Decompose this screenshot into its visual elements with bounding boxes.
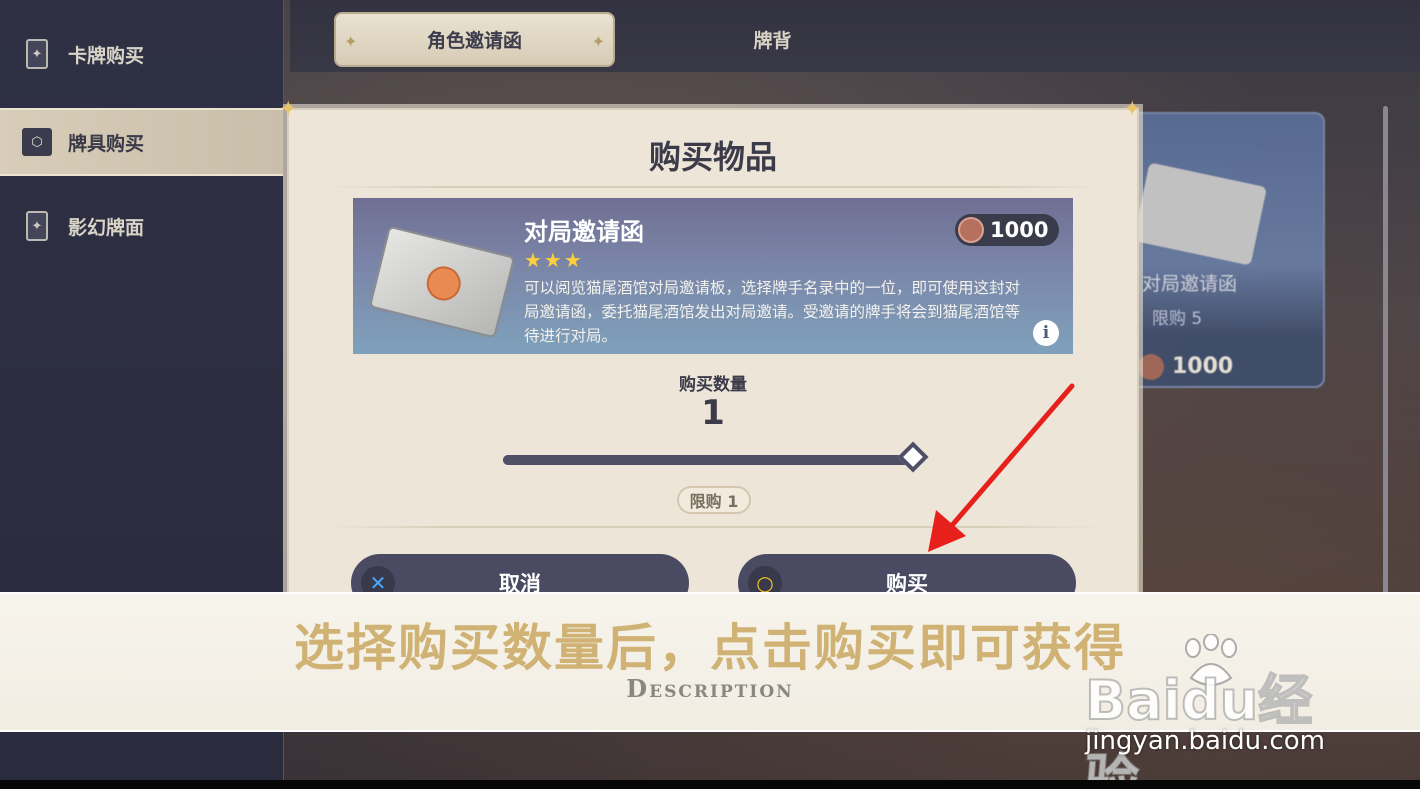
tab-label: 牌背 <box>753 30 792 52</box>
info-icon[interactable]: i <box>1033 320 1059 346</box>
quantity-value: 1 <box>701 393 725 433</box>
sidebar-item-label: 影幻牌面 <box>68 216 145 239</box>
coin-icon <box>1138 354 1164 380</box>
baidu-watermark: Baidu经验 jingyan.baidu.com <box>1084 628 1365 780</box>
coin-icon <box>958 217 984 243</box>
divider <box>329 186 1099 188</box>
tab-label: 角色邀请函 <box>426 30 522 52</box>
divider <box>329 526 1099 528</box>
watermark-logo: Baidu经验 <box>1084 668 1313 780</box>
letterbox-bar <box>0 780 1420 789</box>
card-icon: ✦ <box>26 211 48 241</box>
invitation-envelope-icon <box>368 225 516 339</box>
shop-item-name: 对局邀请函 <box>1142 273 1238 295</box>
game-screen: ✦ 卡牌购买 ⬡ 牌具购买 ✦ 影幻牌面 ✦ 角色邀请函 ✦ 牌背 对局邀请函 … <box>0 0 1420 780</box>
purchase-limit-badge: 限购 1 <box>677 486 751 514</box>
card-box-icon: ⬡ <box>22 128 52 156</box>
quantity-slider[interactable] <box>503 441 929 473</box>
item-name: 对局邀请函 <box>524 218 644 246</box>
corner-ornament-icon: ✦ <box>1123 97 1142 122</box>
quantity-slider-handle[interactable] <box>897 441 929 473</box>
watermark-url: jingyan.baidu.com <box>1085 726 1325 756</box>
tab-character-invitation[interactable]: ✦ 角色邀请函 ✦ <box>334 12 615 67</box>
item-price-badge: 1000 <box>955 214 1059 246</box>
sidebar-item-card-skins[interactable]: ✦ 影幻牌面 <box>0 194 283 258</box>
purchase-dialog: ✦ ✦ 购买物品 对局邀请函 ★★★ 可以阅览猫尾酒馆对局邀请板，选择牌手名录中… <box>279 98 1141 668</box>
item-description: 可以阅览猫尾酒馆对局邀请板，选择牌手名录中的一位，即可使用这封对局邀请函，委托猫… <box>524 279 1021 345</box>
tab-bar: ✦ 角色邀请函 ✦ 牌背 <box>290 0 1420 72</box>
shop-item-price: 1000 <box>1172 354 1234 379</box>
shop-item-limit: 限购 5 <box>1152 309 1203 329</box>
card-icon: ✦ <box>26 39 48 69</box>
shop-item-card[interactable]: 对局邀请函 限购 5 1000 <box>1120 112 1325 388</box>
item-price: 1000 <box>990 218 1049 242</box>
tab-ornament-icon: ✦ <box>591 32 605 51</box>
dialog-title: 购买物品 <box>648 138 777 176</box>
sidebar-item-card-gear-purchase[interactable]: ⬡ 牌具购买 <box>0 108 283 176</box>
quantity-label: 购买数量 <box>679 375 747 395</box>
tab-card-back[interactable]: 牌背 <box>630 12 915 67</box>
tab-ornament-icon: ✦ <box>344 32 358 51</box>
item-banner: 对局邀请函 ★★★ 可以阅览猫尾酒馆对局邀请板，选择牌手名录中的一位，即可使用这… <box>353 198 1073 354</box>
corner-ornament-icon: ✦ <box>279 97 298 122</box>
scrollbar[interactable] <box>1383 106 1388 606</box>
sidebar-item-label: 牌具购买 <box>68 132 145 155</box>
sidebar-item-card-purchase[interactable]: ✦ 卡牌购买 <box>0 22 283 86</box>
quantity-slider-fill <box>503 455 913 465</box>
envelope-icon <box>1132 162 1268 266</box>
sidebar-item-label: 卡牌购买 <box>68 44 145 67</box>
item-rarity-stars: ★★★ <box>524 248 584 272</box>
